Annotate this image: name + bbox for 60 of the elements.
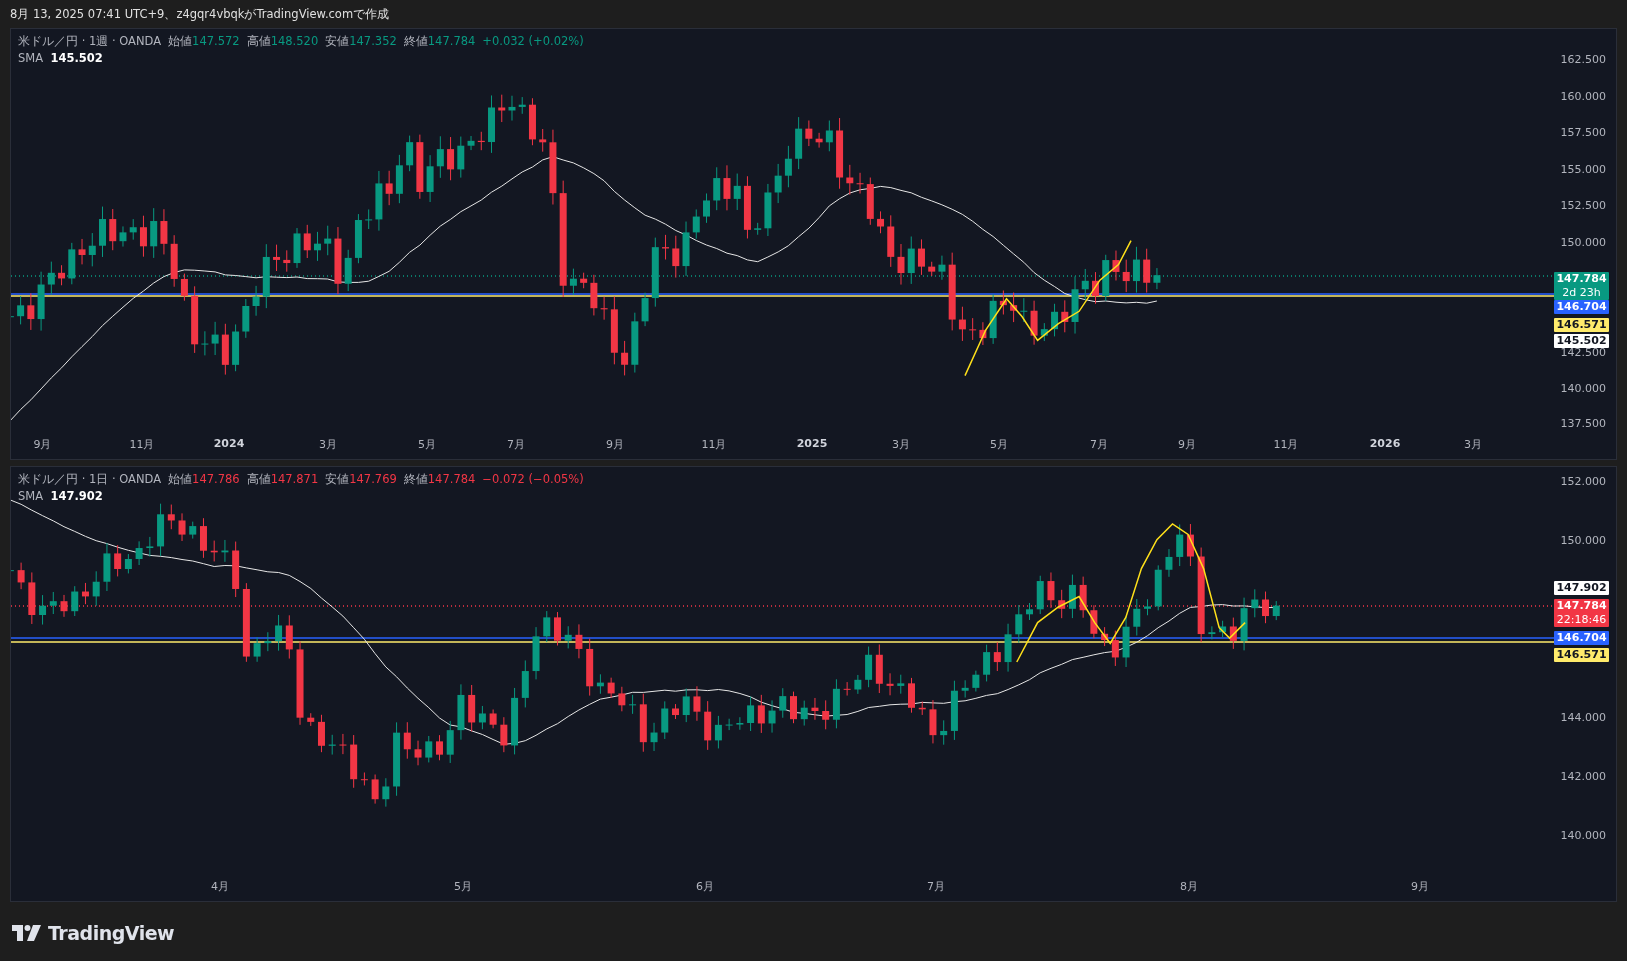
symbol-label: 米ドル／円 · 1日 · OANDA: [18, 471, 162, 488]
price-label: 152.500: [1560, 199, 1606, 214]
price-label: 140.000: [1560, 382, 1606, 397]
time-label: 7月: [507, 437, 525, 452]
time-label: 9月: [33, 437, 52, 452]
time-label: 3月: [1464, 437, 1482, 452]
price-tag: 146.571: [1554, 318, 1609, 332]
time-label: 4月: [211, 879, 229, 894]
time-label: 2024: [213, 437, 245, 450]
time-label: 6月: [696, 879, 714, 894]
price-label: 142.000: [1560, 770, 1606, 784]
price-tag: 147.902: [1554, 581, 1609, 595]
time-label: 3月: [319, 437, 337, 452]
chart-caption: 8月 13, 2025 07:41 UTC+9、z4gqr4vbqkがTradingView.comで作成: [10, 6, 390, 22]
time-label: 7月: [927, 879, 945, 894]
price-tag: 146.704: [1554, 300, 1609, 314]
price-label: 142.500: [1560, 345, 1606, 360]
ohlc-value: 始値147.572: [168, 33, 240, 50]
ohlc-value: 終値147.784: [403, 471, 476, 488]
price-tag: 147.784 2d 23h: [1554, 272, 1609, 300]
price-tag: 146.704: [1554, 631, 1609, 645]
indicator-value: SMA 145.502: [18, 50, 103, 67]
logo-text: TradingView: [48, 921, 175, 944]
ohlc-value: 安値147.352: [325, 33, 397, 50]
price-tag: 146.571: [1554, 648, 1609, 662]
time-label: 8月: [1180, 879, 1198, 894]
indicator-value: SMA 147.902: [18, 488, 103, 505]
price-label: 137.500: [1560, 417, 1606, 431]
price-tag: 147.784 22:18:46: [1554, 599, 1609, 627]
time-label: 9月: [606, 437, 624, 452]
time-label: 11月: [129, 437, 155, 452]
time-label: 5月: [990, 437, 1008, 452]
price-label: 150.000: [1560, 533, 1606, 548]
time-label: 9月: [1178, 437, 1196, 452]
ohlc-value: 終値147.784: [403, 33, 476, 50]
price-label: 157.500: [1560, 126, 1606, 141]
ohlc-value: 安値147.769: [325, 471, 397, 488]
ohlc-value: 高値147.871: [246, 471, 319, 488]
time-label: 2026: [1369, 437, 1401, 450]
time-label: 7月: [1090, 437, 1108, 452]
time-label: 11月: [1273, 437, 1299, 452]
time-label: 5月: [418, 437, 436, 452]
price-label: 140.000: [1560, 829, 1606, 843]
price-tag: 145.502: [1554, 334, 1609, 348]
change-value: +0.032 (+0.02%): [482, 33, 584, 50]
price-label: 152.000: [1560, 474, 1606, 489]
change-value: −0.072 (−0.05%): [482, 471, 584, 488]
time-label: 2025: [796, 437, 828, 450]
price-label: 144.000: [1560, 710, 1606, 725]
ohlc-value: 高値148.520: [246, 33, 319, 50]
time-label: 3月: [892, 437, 910, 452]
ohlc-value: 始値147.786: [168, 471, 240, 488]
price-label: 160.000: [1560, 89, 1606, 104]
price-label: 162.500: [1560, 53, 1606, 67]
time-label: 11月: [701, 437, 727, 452]
symbol-label: 米ドル／円 · 1週 · OANDA: [18, 33, 162, 50]
time-label: 5月: [454, 879, 472, 894]
price-label: 155.000: [1560, 162, 1606, 177]
price-label: 150.000: [1560, 236, 1606, 250]
time-label: 9月: [1411, 879, 1429, 894]
